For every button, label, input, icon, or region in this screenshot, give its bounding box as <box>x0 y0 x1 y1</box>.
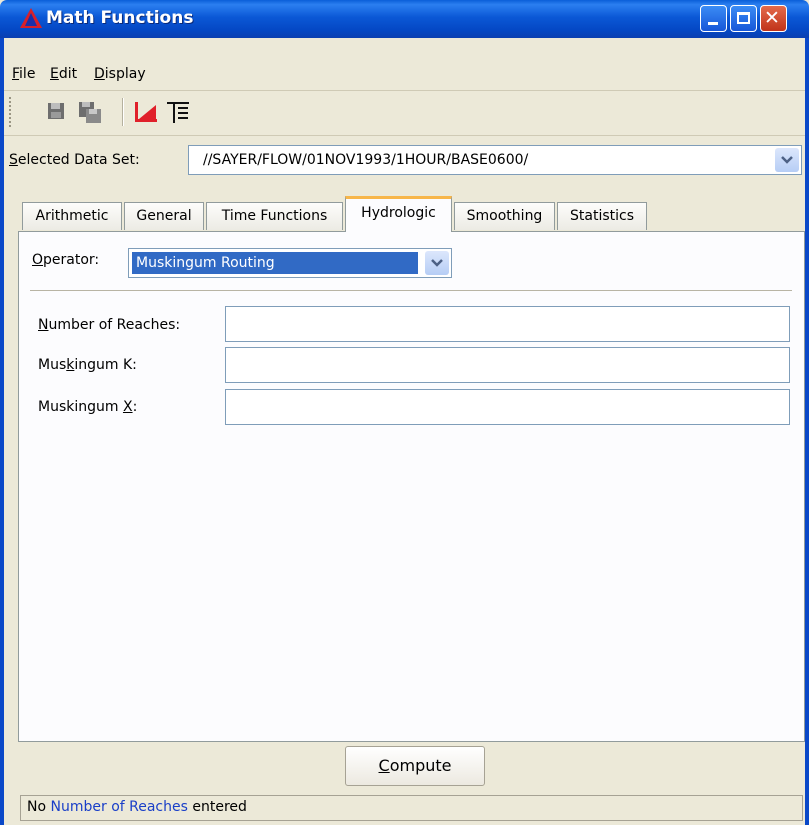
selected-dataset-combo[interactable]: //SAYER/FLOW/01NOV1993/1HOUR/BASE0600/ <box>188 145 802 175</box>
math-functions-window: Math Functions ✕ File Edit Display Selec… <box>0 0 809 825</box>
tab-general[interactable]: General <box>124 202 204 230</box>
operator-label: Operator: <box>32 252 100 268</box>
tab-arithmetic[interactable]: Arithmetic <box>22 202 122 230</box>
muskingum-x-input[interactable] <box>225 389 790 425</box>
window-border-right <box>805 38 809 825</box>
close-icon: ✕ <box>764 7 780 29</box>
status-highlight: Number of Reaches <box>50 799 188 815</box>
chevron-down-icon[interactable] <box>425 251 449 275</box>
status-message: No Number of Reaches entered <box>27 799 247 815</box>
window-border-left <box>0 38 4 825</box>
tab-hydrologic[interactable]: Hydrologic <box>345 196 452 232</box>
toolbar-bottom-separator <box>4 135 805 136</box>
menu-file[interactable]: File <box>12 66 35 82</box>
app-icon <box>20 8 42 28</box>
save-as-icon[interactable] <box>78 100 102 124</box>
operator-selected-value: Muskingum Routing <box>132 252 418 274</box>
maximize-button[interactable] <box>730 5 757 32</box>
menu-separator <box>4 90 805 91</box>
plot-icon[interactable] <box>134 100 158 124</box>
selected-dataset-value: //SAYER/FLOW/01NOV1993/1HOUR/BASE0600/ <box>203 152 529 168</box>
title-bar[interactable]: Math Functions ✕ <box>0 0 809 38</box>
toolbar-grip[interactable] <box>9 97 14 127</box>
close-button[interactable]: ✕ <box>760 5 787 32</box>
operator-separator <box>30 290 792 291</box>
maximize-icon <box>737 12 750 24</box>
muskingum-k-input[interactable] <box>225 347 790 383</box>
muskingum-k-label: Muskingum K: <box>38 357 137 373</box>
status-bar: No Number of Reaches entered <box>20 795 803 821</box>
selected-dataset-label: Selected Data Set: <box>9 152 140 168</box>
chevron-down-icon[interactable] <box>775 148 799 172</box>
window-title: Math Functions <box>46 8 194 28</box>
number-of-reaches-label: Number of Reaches: <box>38 317 181 333</box>
table-icon[interactable] <box>166 100 190 124</box>
menu-display[interactable]: Display <box>94 66 146 82</box>
number-of-reaches-input[interactable] <box>225 306 790 342</box>
toolbar-separator <box>122 98 124 126</box>
compute-button[interactable]: Compute <box>345 746 485 786</box>
save-icon[interactable] <box>46 100 70 124</box>
tab-time-functions[interactable]: Time Functions <box>206 202 343 230</box>
tab-smoothing[interactable]: Smoothing <box>454 202 555 230</box>
tab-statistics[interactable]: Statistics <box>557 202 647 230</box>
operator-select[interactable]: Muskingum Routing <box>128 248 452 278</box>
minimize-button[interactable] <box>700 5 727 32</box>
minimize-icon <box>708 22 718 25</box>
muskingum-x-label: Muskingum X: <box>38 399 138 415</box>
menu-edit[interactable]: Edit <box>50 66 77 82</box>
